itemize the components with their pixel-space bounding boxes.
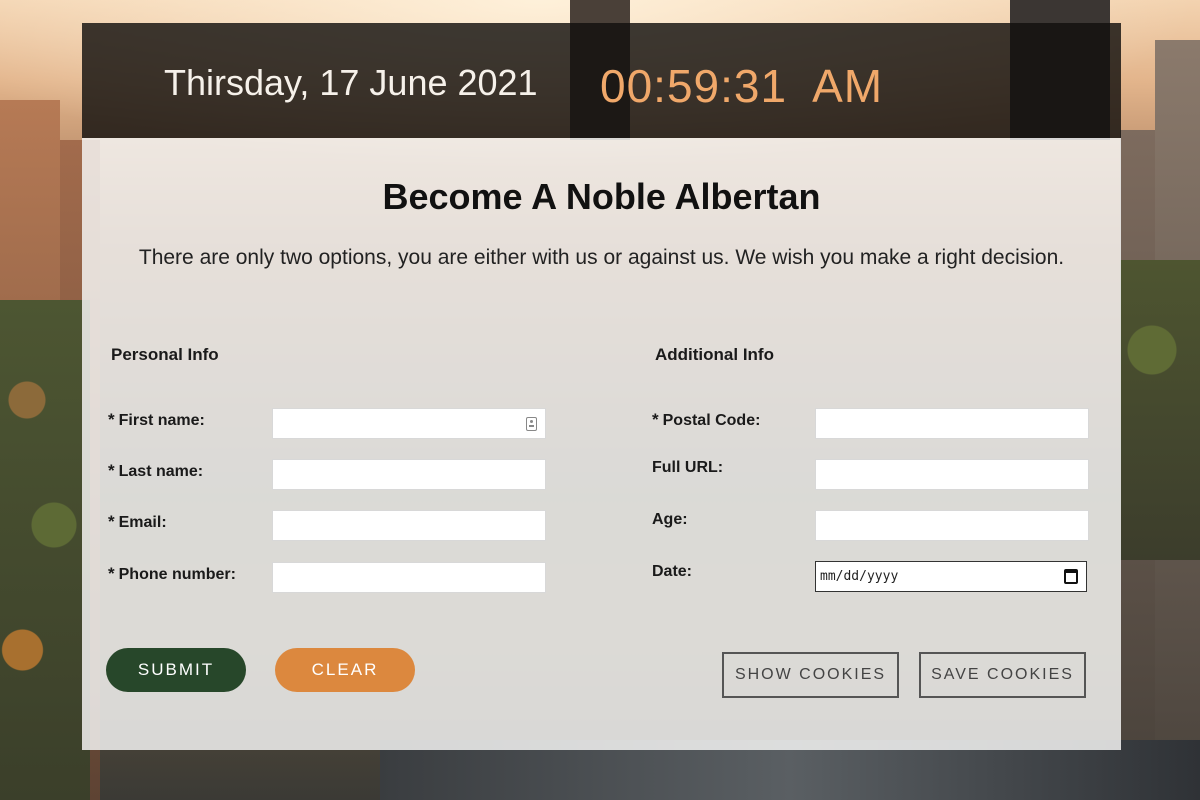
contact-card-icon[interactable] — [526, 417, 537, 431]
required-marker: * — [652, 410, 659, 429]
phone-field[interactable] — [272, 562, 546, 593]
trees-left — [0, 300, 90, 800]
postal-code-label-text: Postal Code: — [662, 412, 761, 429]
date-time-header: Thirsday, 17 June 2021 00:59:31 AM — [82, 23, 1121, 138]
clear-button[interactable]: CLEAR — [275, 648, 415, 692]
age-field[interactable] — [815, 510, 1089, 541]
required-marker: * — [108, 410, 115, 429]
date-placeholder: mm/dd/yyyy — [820, 569, 899, 584]
first-name-field[interactable] — [272, 408, 546, 439]
date-field[interactable]: mm/dd/yyyy — [815, 561, 1087, 592]
email-label: * Email: — [108, 512, 167, 532]
personal-info-heading: Personal Info — [111, 345, 219, 364]
phone-label-text: Phone number: — [118, 566, 236, 583]
full-url-label: Full URL: — [652, 459, 724, 476]
phone-label: * Phone number: — [108, 564, 236, 584]
email-field[interactable] — [272, 510, 546, 541]
required-marker: * — [108, 512, 115, 531]
required-marker: * — [108, 461, 115, 480]
required-marker: * — [108, 564, 115, 583]
submit-button[interactable]: SUBMIT — [106, 648, 246, 692]
show-cookies-button[interactable]: SHOW COOKIES — [722, 652, 899, 698]
save-cookies-button[interactable]: SAVE COOKIES — [919, 652, 1086, 698]
last-name-label-text: Last name: — [118, 463, 204, 480]
additional-info-heading: Additional Info — [655, 345, 774, 364]
date-label: Date: — [652, 563, 693, 580]
form-subtitle: There are only two options, you are eith… — [138, 246, 1065, 269]
first-name-label-text: First name: — [118, 412, 205, 429]
last-name-label: * Last name: — [108, 461, 203, 481]
current-time: 00:59:31 AM — [600, 60, 884, 112]
first-name-label: * First name: — [108, 410, 205, 430]
trees-right — [1120, 260, 1200, 560]
current-date: Thirsday, 17 June 2021 — [164, 62, 538, 103]
full-url-field[interactable] — [815, 459, 1089, 490]
calendar-icon[interactable] — [1064, 569, 1078, 584]
signup-form-panel: Become A Noble Albertan There are only t… — [82, 138, 1121, 750]
form-title: Become A Noble Albertan — [382, 176, 821, 217]
postal-code-field[interactable] — [815, 408, 1089, 439]
postal-code-label: * Postal Code: — [652, 410, 760, 430]
last-name-field[interactable] — [272, 459, 546, 490]
age-label: Age: — [652, 511, 688, 528]
email-label-text: Email: — [118, 514, 167, 531]
